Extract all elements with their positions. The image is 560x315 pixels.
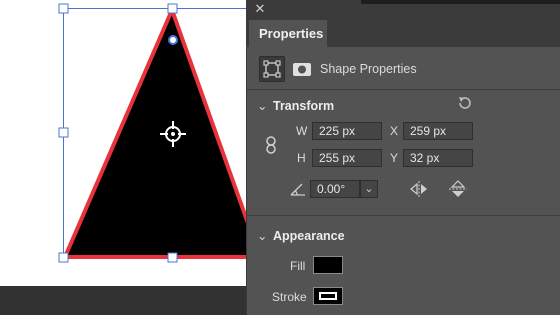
panel-title-bar: ✕	[247, 0, 560, 20]
stroke-color-swatch[interactable]	[313, 287, 343, 305]
height-field[interactable]	[312, 149, 382, 167]
transform-section-header[interactable]: ⌄ Transform	[257, 98, 334, 113]
divider	[247, 89, 560, 90]
width-field[interactable]	[312, 122, 382, 140]
artwork[interactable]	[0, 0, 263, 286]
shape-properties-row: Shape Properties	[259, 56, 549, 82]
rotation-angle-field[interactable]	[310, 180, 360, 198]
flip-vertical-icon[interactable]	[448, 180, 468, 198]
flip-horizontal-icon[interactable]	[409, 180, 429, 198]
y-position-field[interactable]	[403, 149, 473, 167]
appearance-heading: Appearance	[273, 229, 345, 243]
shape-properties-label: Shape Properties	[320, 62, 417, 76]
title-bar-shade	[361, 0, 560, 4]
bounding-box-icon	[263, 60, 281, 78]
y-label: Y	[390, 151, 399, 165]
transform-heading: Transform	[273, 99, 335, 113]
mask-button[interactable]	[289, 56, 315, 82]
tab-properties[interactable]: Properties	[249, 20, 327, 47]
height-label: H	[297, 151, 306, 165]
fill-label: Fill	[290, 259, 306, 273]
chevron-down-icon: ⌄	[257, 99, 268, 113]
panel-tabstrip: Properties	[247, 20, 560, 47]
handle-bottom-center[interactable]	[167, 252, 178, 263]
link-icon[interactable]	[265, 136, 277, 154]
appearance-section-header[interactable]: ⌄ Appearance	[257, 228, 345, 243]
handle-top-left[interactable]	[58, 3, 69, 14]
chevron-down-icon: ⌄	[257, 229, 268, 243]
close-icon[interactable]: ✕	[253, 2, 267, 16]
corner-radius-handle[interactable]	[168, 35, 178, 45]
stroke-swatch-inner	[319, 292, 337, 300]
x-position-field[interactable]	[403, 122, 473, 140]
canvas-pasteboard	[0, 286, 260, 315]
stroke-label: Stroke	[272, 290, 307, 304]
shape-transform-button[interactable]	[259, 56, 285, 82]
fill-color-swatch[interactable]	[313, 256, 343, 274]
mask-icon	[293, 63, 311, 76]
rotation-dropdown-button[interactable]: ⌄	[360, 180, 378, 198]
reset-icon[interactable]	[457, 95, 473, 111]
handle-bottom-left[interactable]	[58, 252, 69, 263]
handle-top-center[interactable]	[167, 3, 178, 14]
width-label: W	[296, 124, 308, 138]
divider	[247, 215, 560, 216]
angle-icon	[290, 183, 305, 196]
chevron-down-icon: ⌄	[364, 183, 374, 195]
handle-middle-left[interactable]	[58, 127, 69, 138]
x-label: X	[390, 124, 399, 138]
properties-panel: ✕ Properties Shape Properties ⌄ Transform	[246, 0, 560, 315]
